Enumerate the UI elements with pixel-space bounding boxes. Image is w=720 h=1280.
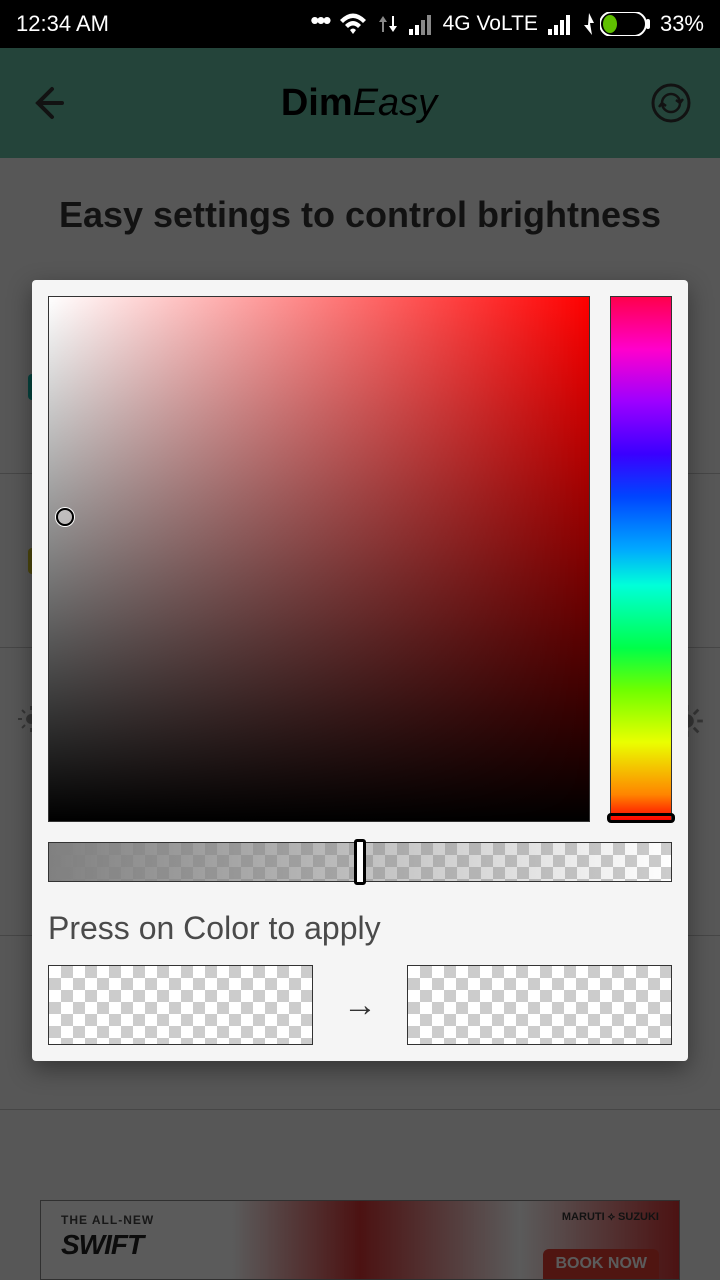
status-bar: 12:34 AM ••• 4G VoLTE 33% bbox=[0, 0, 720, 48]
hue-slider[interactable] bbox=[610, 296, 672, 822]
arrow-right-icon: → bbox=[343, 986, 377, 1025]
signal-icon-1 bbox=[409, 13, 433, 35]
status-time: 12:34 AM bbox=[16, 11, 109, 37]
network-label: 4G VoLTE bbox=[443, 12, 538, 36]
color-picker-dialog: Press on Color to apply → bbox=[32, 280, 688, 1061]
alpha-slider[interactable] bbox=[48, 842, 672, 882]
sv-indicator[interactable] bbox=[56, 508, 74, 526]
battery-icon bbox=[582, 12, 650, 36]
more-icon: ••• bbox=[310, 7, 328, 33]
alpha-indicator[interactable] bbox=[354, 839, 366, 885]
new-color-swatch[interactable] bbox=[407, 965, 672, 1045]
battery-percent: 33% bbox=[660, 11, 704, 37]
saturation-value-panel[interactable] bbox=[48, 296, 590, 822]
wifi-icon bbox=[339, 13, 367, 35]
signal-icon-2 bbox=[548, 13, 572, 35]
old-color-swatch[interactable] bbox=[48, 965, 313, 1045]
apply-label: Press on Color to apply bbox=[48, 910, 672, 947]
hue-indicator[interactable] bbox=[607, 813, 675, 823]
data-updown-icon bbox=[377, 12, 399, 36]
